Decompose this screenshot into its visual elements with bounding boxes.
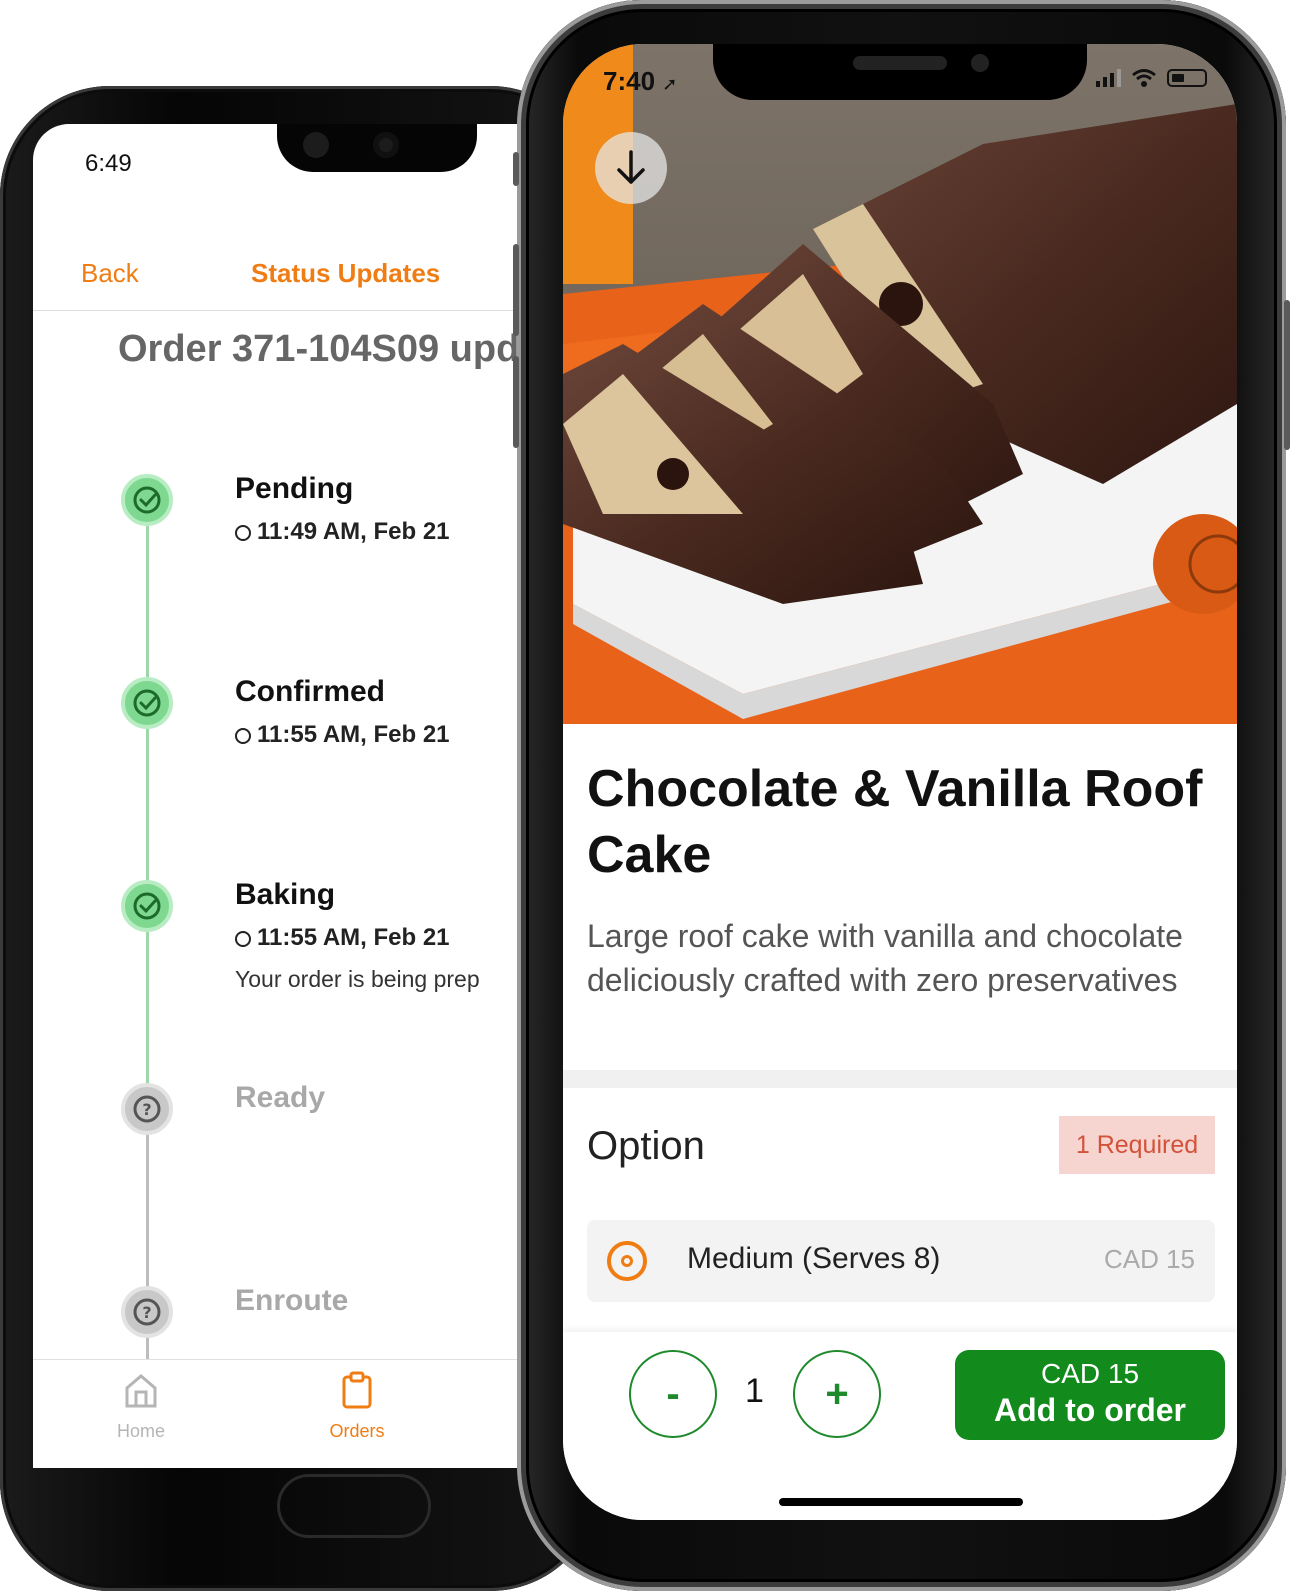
close-button[interactable] <box>595 132 667 204</box>
status-updates-screen: 6:49 Back Status Updates Order 371-104S0… <box>33 124 593 1468</box>
step-time: 11:55 AM, Feb 21 <box>235 721 450 749</box>
status-timeline: Pending 11:49 AM, Feb 21 Confirmed 11:55… <box>33 124 593 1468</box>
side-button <box>1284 300 1290 450</box>
clock-icon <box>235 728 251 744</box>
location-arrow-icon: ➚ <box>662 74 678 94</box>
option-price: CAD 15 <box>1103 1244 1195 1274</box>
step-label: Confirmed <box>235 675 385 708</box>
home-indicator[interactable] <box>779 1498 1023 1506</box>
step-label: Baking <box>235 878 336 911</box>
step-label: Enroute <box>235 1284 349 1317</box>
mute-switch <box>513 152 519 186</box>
increase-quantity-button[interactable]: + <box>793 1350 881 1438</box>
camera-icon <box>373 132 399 158</box>
check-icon <box>121 880 173 932</box>
back-phone: 6:49 Back Status Updates Order 371-104S0… <box>0 86 600 1591</box>
tab-orders[interactable]: Orders <box>297 1370 417 1442</box>
volume-down-button <box>513 356 519 448</box>
svg-text:?: ? <box>142 1100 151 1119</box>
required-badge: 1 Required <box>1059 1116 1215 1174</box>
wifi-icon <box>1132 69 1156 87</box>
status-bar-time: 7:40 ➚ <box>603 66 678 96</box>
add-to-order-button[interactable]: CAD 15 Add to order <box>955 1350 1225 1440</box>
timeline-line-complete <box>146 524 149 1124</box>
step-label: Pending <box>235 472 354 505</box>
arrow-down-icon <box>617 150 645 184</box>
check-icon <box>121 474 173 526</box>
camera-icon <box>971 54 989 72</box>
cake-photo <box>563 44 1237 724</box>
order-bar: - 1 + CAD 15 Add to order <box>563 1332 1237 1520</box>
option-heading: Option <box>587 1124 705 1168</box>
step-time: 11:55 AM, Feb 21 <box>235 924 450 952</box>
product-detail-screen: 7:40 ➚ Chocolate & Vanilla Roof Cake Lar… <box>563 44 1237 1520</box>
question-icon: ? <box>121 1286 173 1338</box>
sensor-icon <box>303 132 329 158</box>
signal-icon <box>1096 69 1121 87</box>
option-row[interactable]: Medium (Serves 8) CAD 15 <box>587 1220 1215 1302</box>
tab-label: Home <box>116 1421 165 1441</box>
step-time: 11:49 AM, Feb 21 <box>235 518 450 546</box>
add-button-label: Add to order <box>994 1392 1186 1428</box>
product-image <box>563 44 1237 724</box>
clock-icon <box>235 525 251 541</box>
home-icon <box>125 1374 157 1408</box>
tab-home[interactable]: Home <box>81 1370 201 1442</box>
front-phone: 7:40 ➚ Chocolate & Vanilla Roof Cake Lar… <box>513 0 1290 1591</box>
front-phone-notch <box>713 44 1087 100</box>
step-label: Ready <box>235 1081 326 1114</box>
product-description: Large roof cake with vanilla and chocola… <box>587 918 1183 998</box>
product-title: Chocolate & Vanilla Roof Cake <box>587 760 1203 884</box>
tab-label: Orders <box>329 1421 385 1441</box>
clipboard-icon <box>342 1371 372 1409</box>
decrease-quantity-button[interactable]: - <box>629 1350 717 1438</box>
battery-icon <box>1167 69 1207 87</box>
tab-bar: Home Orders <box>33 1359 593 1468</box>
check-icon <box>121 677 173 729</box>
radio-selected-icon[interactable] <box>607 1241 647 1281</box>
back-phone-notch <box>277 124 477 172</box>
speaker-grille <box>853 56 947 70</box>
section-divider <box>563 1070 1237 1088</box>
option-name: Medium (Serves 8) <box>687 1242 941 1275</box>
quantity-value: 1 <box>745 1372 764 1410</box>
status-icons <box>1096 68 1207 88</box>
svg-text:?: ? <box>142 1303 151 1322</box>
question-icon: ? <box>121 1083 173 1135</box>
volume-up-button <box>513 244 519 336</box>
step-note: Your order is being prep <box>235 966 480 992</box>
clock-icon <box>235 931 251 947</box>
hardware-home-button <box>277 1474 431 1538</box>
add-button-price: CAD 15 <box>1040 1358 1140 1389</box>
